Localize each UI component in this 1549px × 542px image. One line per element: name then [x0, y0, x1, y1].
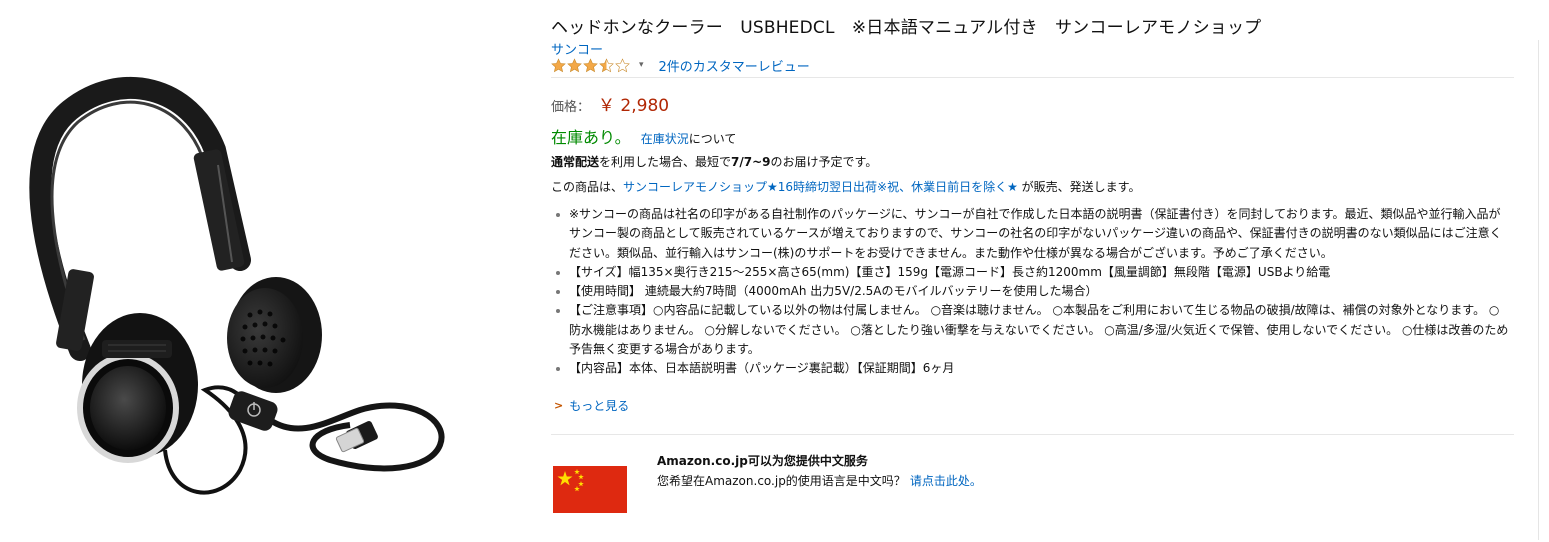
star-empty-icon	[615, 57, 630, 72]
price-value: ￥ 2,980	[598, 96, 670, 116]
feature-bullet: 【使用時間】 連続最大約7時間（4000mAh 出力5V/2.5Aのモバイルバッ…	[554, 282, 1509, 301]
star-full-icon	[583, 57, 598, 72]
feature-bullets: ※サンコーの商品は社名の印字がある自社制作のパッケージに、サンコーが自社で作成し…	[554, 205, 1509, 379]
star-half-icon	[599, 57, 614, 72]
delivery-text-a: を利用した場合、最短で	[599, 155, 732, 169]
star-full-icon	[551, 57, 566, 72]
chevron-right-icon: >	[554, 399, 564, 412]
headphone-cooler-photo	[29, 77, 445, 495]
feature-bullet: 【ご注意事項】○内容品に記載している以外の物は付属しません。 ○音楽は聴けません…	[554, 301, 1509, 359]
chinese-service-question-text: 您希望在Amazon.co.jp的使用语言是中文吗？	[657, 474, 906, 488]
rating-stars[interactable]	[551, 57, 631, 73]
review-count-link[interactable]: 2件のカスタマーレビュー	[659, 56, 810, 75]
stock-status-suffix: について	[688, 132, 737, 146]
seller-prefix: この商品は、	[551, 180, 624, 194]
feature-bullet: 【サイズ】幅135×奥行き215～255×高さ65(mm)【重さ】159g【電源…	[554, 263, 1509, 282]
chinese-service-question: 您希望在Amazon.co.jp的使用语言是中文吗？ 请点击此处。	[657, 472, 982, 489]
delivery-text-b: のお届け予定です。	[770, 155, 878, 169]
see-more-link[interactable]: > もっと見る	[554, 397, 629, 414]
china-flag-icon	[553, 466, 627, 513]
chinese-service-link[interactable]: 请点击此处。	[910, 474, 982, 488]
delivery-estimate: 通常配送を利用した場合、最短で7/7~9のお届け予定です。	[551, 153, 877, 170]
price-label: 価格：	[551, 100, 591, 115]
seller-suffix: が販売、発送します。	[1017, 180, 1141, 194]
divider	[551, 77, 1514, 78]
product-image[interactable]	[0, 0, 540, 542]
delivery-date: 7/7~9	[731, 155, 771, 169]
price-row: 価格： ￥ 2,980	[551, 91, 669, 116]
product-title: ヘッドホンなクーラー USBHEDCL ※日本語マニュアル付き サンコーレアモノ…	[551, 18, 1262, 38]
chinese-service-title: Amazon.co.jp可以为您提供中文服务	[657, 454, 868, 468]
feature-bullet: ※サンコーの商品は社名の印字がある自社制作のパッケージに、サンコーが自社で作成し…	[554, 205, 1509, 263]
delivery-type: 通常配送	[551, 155, 600, 169]
rating-row: ▾ 2件のカスタマーレビュー	[551, 56, 810, 75]
seller-link[interactable]: サンコーレアモノショップ★16時締切翌日出荷※祝、休業日前日を除く★	[623, 180, 1018, 194]
stock-status-link[interactable]: 在庫状況	[641, 130, 689, 147]
feature-bullet: 【内容品】本体、日本語説明書（パッケージ裏記載）【保証期間】6ヶ月	[554, 359, 1509, 378]
see-more-label: もっと見る	[569, 399, 630, 413]
rating-dropdown-caret-icon[interactable]: ▾	[639, 60, 644, 70]
in-stock-status: 在庫あり。	[551, 128, 631, 147]
seller-info: この商品は、サンコーレアモノショップ★16時締切翌日出荷※祝、休業日前日を除く★…	[551, 178, 1140, 195]
right-column-edge	[1538, 40, 1549, 540]
star-full-icon	[567, 57, 582, 72]
availability-row: 在庫あり。 在庫状況 について	[551, 124, 736, 148]
divider	[551, 434, 1514, 435]
